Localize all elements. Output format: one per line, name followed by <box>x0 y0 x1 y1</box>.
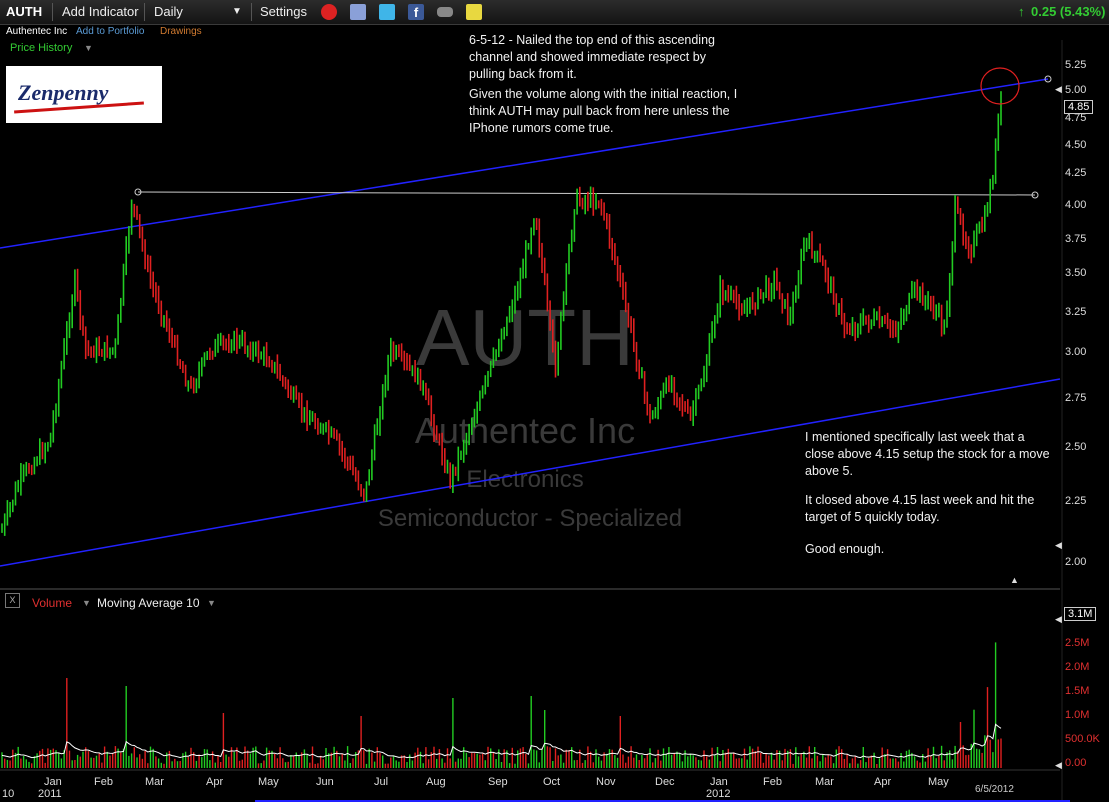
last-price-badge: 4.85 <box>1064 100 1094 114</box>
annotation-top-1: 6-5-12 - Nailed the top end of this asce… <box>469 33 715 81</box>
volume-last-badge: 3.1M <box>1064 607 1097 621</box>
resistance-line[interactable] <box>137 191 1036 196</box>
volume-tick: 2.0M <box>1065 661 1090 673</box>
month-label: Apr <box>874 776 892 788</box>
annotation-right-2: It closed above 4.15 last week and hit t… <box>805 493 1035 524</box>
volume-tick: 1.0M <box>1065 709 1090 721</box>
price-tick: 3.25 <box>1065 306 1087 318</box>
current-date-label: 6/5/2012 <box>975 784 1014 795</box>
month-label: Jun <box>316 776 334 788</box>
volume-bars <box>1 642 1002 768</box>
month-label: May <box>258 776 279 788</box>
month-label: Oct <box>543 776 561 788</box>
close-icon: X <box>9 595 16 605</box>
price-tick: 2.25 <box>1065 495 1087 507</box>
month-label: Sep <box>488 776 508 788</box>
volume-close-button[interactable]: X <box>5 593 20 608</box>
volume-tick: 2.5M <box>1065 637 1090 649</box>
price-tick: 3.00 <box>1065 346 1087 358</box>
month-label: Nov <box>596 776 616 788</box>
annotation-top-2: Given the volume along with the initial … <box>469 87 738 135</box>
volume-label[interactable]: Volume <box>32 596 72 610</box>
volume-pointer-icon: ◀ <box>1055 760 1062 770</box>
price-pointer-icon: ◀ <box>1055 540 1062 550</box>
price-tick: 4.50 <box>1065 139 1087 151</box>
scroll-up-icon[interactable]: ▲ <box>1010 575 1019 585</box>
month-label: Aug <box>426 776 446 788</box>
month-label: Jan <box>44 776 62 788</box>
year-label: 2012 <box>706 788 731 800</box>
chevron-down-icon[interactable]: ▼ <box>82 598 91 608</box>
month-label: May <box>928 776 949 788</box>
price-tick: 4.00 <box>1065 199 1087 211</box>
month-label: Feb <box>94 776 113 788</box>
ma-label[interactable]: Moving Average 10 <box>97 596 200 610</box>
month-label: Jul <box>374 776 389 788</box>
month-label: Dec <box>655 776 675 788</box>
month-label: Apr <box>206 776 224 788</box>
price-tick: 2.75 <box>1065 392 1087 404</box>
price-tick: 3.75 <box>1065 233 1087 245</box>
price-tick: 2.00 <box>1065 556 1087 568</box>
chevron-down-icon[interactable]: ▼ <box>207 598 216 608</box>
price-tick: 3.50 <box>1065 267 1087 279</box>
annotation-right-3: Good enough. <box>805 542 885 556</box>
year-label: 10 <box>2 788 15 800</box>
annotation-right-1: I mentioned specifically last week that … <box>805 430 1050 478</box>
year-label: 2011 <box>38 788 62 800</box>
volume-tick: 1.5M <box>1065 685 1090 697</box>
volume-tick: 500.0K <box>1065 733 1100 745</box>
month-label: Mar <box>145 776 164 788</box>
price-tick: 5.00 <box>1065 84 1087 96</box>
volume-tick: 0.00 <box>1065 757 1087 769</box>
month-label: Mar <box>815 776 834 788</box>
price-tick: 4.25 <box>1065 167 1087 179</box>
price-tick: 2.50 <box>1065 441 1087 453</box>
price-tick: 5.25 <box>1065 59 1087 71</box>
volume-pointer-icon: ◀ <box>1055 614 1062 624</box>
month-label: Feb <box>763 776 782 788</box>
price-pointer-icon: ◀ <box>1055 84 1062 94</box>
volume-moving-average <box>1 723 1002 759</box>
month-label: Jan <box>710 776 728 788</box>
